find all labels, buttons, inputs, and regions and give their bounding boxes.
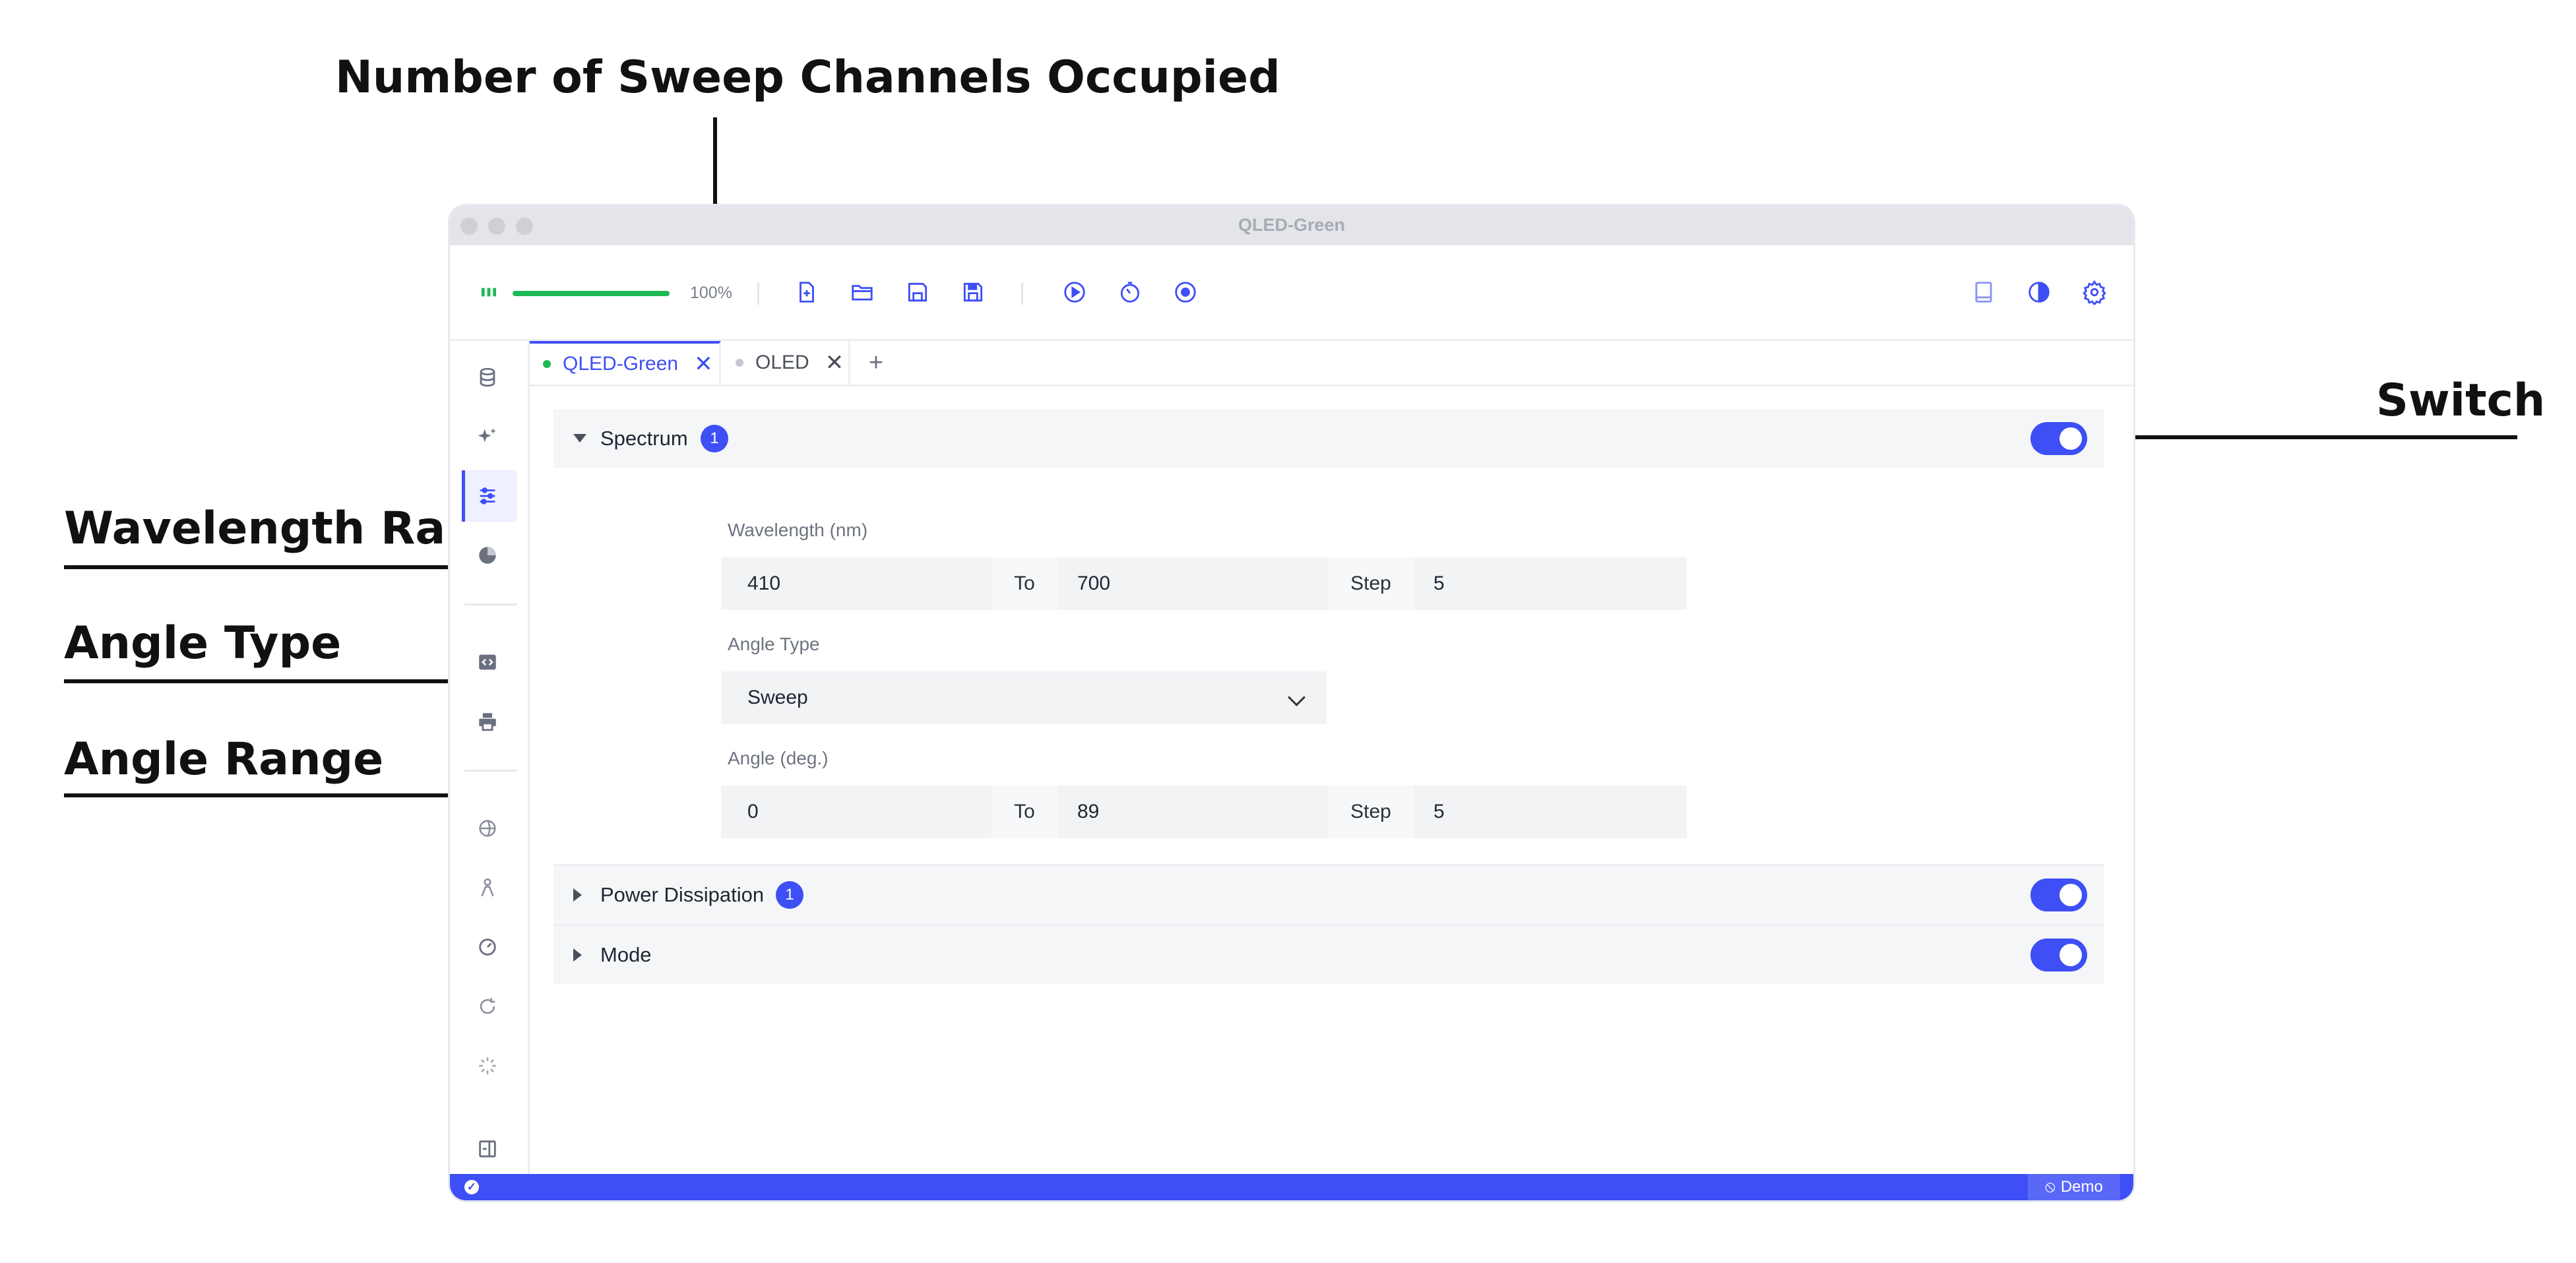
mode-panel: Mode: [553, 924, 2104, 984]
wavelength-label: Wavelength (nm): [728, 520, 868, 540]
print-icon[interactable]: [476, 710, 499, 733]
save-icon[interactable]: [905, 280, 930, 305]
wavelength-to-input[interactable]: 700: [1057, 557, 1328, 610]
angle-type-value: Sweep: [747, 687, 808, 708]
globe-icon[interactable]: [476, 817, 499, 840]
power-dissipation-title: Power Dissipation: [600, 883, 765, 906]
book-icon[interactable]: [1971, 280, 1996, 305]
wavelength-from-input[interactable]: 410: [721, 557, 991, 610]
tab-oled[interactable]: OLED ✕: [721, 341, 850, 385]
mode-title: Mode: [600, 943, 652, 966]
progress-text: 100%: [690, 284, 732, 302]
add-tab-button[interactable]: +: [860, 341, 893, 385]
angle-to-label: To: [991, 786, 1057, 838]
bars-icon: [476, 280, 501, 305]
toolbar-separator: [1021, 282, 1023, 305]
toggle-knob: [2059, 944, 2082, 966]
new-file-icon[interactable]: [794, 280, 819, 305]
app-window: QLED-Green 100% QLED-Green ✕ OLED ✕ + Sp…: [450, 206, 2133, 1200]
toolbar-separator: [757, 282, 759, 305]
angle-to-input[interactable]: 89: [1057, 786, 1328, 838]
demo-badge[interactable]: ⦸ Demo: [2028, 1174, 2120, 1200]
spectrum-panel: Spectrum 1 Wavelength (nm) 410 To 700 St…: [553, 409, 2104, 862]
open-folder-icon[interactable]: [850, 280, 875, 305]
annotation-line-switch: [2095, 435, 2517, 439]
stop-icon[interactable]: [1173, 280, 1198, 305]
angle-step-label: Step: [1328, 786, 1414, 838]
power-dissipation-header[interactable]: Power Dissipation 1: [553, 866, 2104, 924]
play-icon[interactable]: [1062, 280, 1087, 305]
check-circle-icon: ✓: [464, 1180, 479, 1194]
sidebar-active-indicator: [462, 470, 465, 522]
chevron-down-icon: [1288, 689, 1305, 706]
gear-icon[interactable]: [2082, 280, 2107, 305]
toggle-knob: [2059, 884, 2082, 906]
database-icon[interactable]: [476, 366, 499, 388]
power-dissipation-switch[interactable]: [2030, 878, 2087, 911]
person-icon[interactable]: [476, 877, 499, 899]
no-entry-icon: ⦸: [2045, 1178, 2056, 1196]
angle-step-input[interactable]: 5: [1414, 786, 1687, 838]
progress-bar: [513, 291, 670, 296]
sidebar: [450, 341, 530, 1174]
panel-icon[interactable]: [476, 1138, 499, 1160]
spectrum-panel-header[interactable]: Spectrum 1: [553, 409, 2104, 468]
wavelength-range-row: 410 To 700 Step 5: [721, 557, 1687, 610]
angle-label: Angle (deg.): [728, 748, 829, 768]
gauge-icon[interactable]: [476, 936, 499, 958]
angle-type-label: Angle Type: [728, 634, 820, 654]
power-dissipation-panel: Power Dissipation 1: [553, 864, 2104, 924]
caret-down-icon: [573, 434, 586, 443]
angle-range-row: 0 To 89 Step 5: [721, 786, 1687, 838]
close-tab-icon[interactable]: ✕: [694, 351, 713, 377]
window-title: QLED-Green: [1238, 215, 1346, 235]
caret-right-icon: [573, 948, 582, 962]
timer-icon[interactable]: [1117, 280, 1143, 305]
status-bar: ✓ ⦸ Demo: [450, 1174, 2133, 1200]
mode-switch[interactable]: [2030, 939, 2087, 971]
spectrum-settings: Wavelength (nm) 410 To 700 Step 5 Angle …: [553, 468, 2104, 862]
annotation-sweep-channels: Number of Sweep Channels Occupied: [335, 51, 1280, 104]
angle-type-select[interactable]: Sweep: [721, 671, 1327, 724]
spectrum-switch[interactable]: [2030, 422, 2087, 455]
annotation-switch: Switch: [2376, 375, 2546, 427]
wavelength-to-label: To: [991, 557, 1057, 610]
progress-fill: [513, 291, 670, 296]
toolbar: 100%: [450, 245, 2133, 341]
sweep-channel-badge: 1: [701, 425, 728, 452]
annotation-angle-range: Angle Range: [64, 733, 384, 786]
main-content: Spectrum 1 Wavelength (nm) 410 To 700 St…: [530, 386, 2133, 1174]
code-icon[interactable]: [476, 651, 499, 673]
annotation-angle-type: Angle Type: [64, 617, 342, 669]
toggle-knob: [2059, 427, 2082, 450]
wavelength-step-input[interactable]: 5: [1414, 557, 1687, 610]
spectrum-title: Spectrum: [600, 427, 688, 450]
tab-status-dot: [736, 359, 743, 367]
mode-header[interactable]: Mode: [553, 926, 2104, 984]
refresh-icon[interactable]: [476, 995, 499, 1018]
tab-label: OLED: [755, 352, 809, 373]
sidebar-divider: [464, 603, 517, 605]
power-dissipation-badge: 1: [776, 881, 803, 909]
demo-label: Demo: [2060, 1178, 2103, 1196]
sidebar-divider: [464, 770, 517, 772]
tab-qled-green[interactable]: QLED-Green ✕: [530, 341, 721, 385]
tab-status-dot: [543, 360, 551, 368]
title-bar: QLED-Green: [450, 206, 2133, 245]
close-tab-icon[interactable]: ✕: [825, 350, 844, 376]
loader-icon[interactable]: [476, 1055, 499, 1077]
sparkle-icon[interactable]: [476, 425, 499, 448]
wavelength-step-label: Step: [1328, 557, 1414, 610]
save-as-icon[interactable]: [960, 280, 986, 305]
angle-from-input[interactable]: 0: [721, 786, 991, 838]
pie-icon[interactable]: [476, 544, 499, 567]
tab-bar: QLED-Green ✕ OLED ✕ +: [530, 341, 2133, 386]
caret-right-icon: [573, 888, 582, 902]
tab-label: QLED-Green: [563, 353, 679, 375]
theme-icon[interactable]: [2026, 280, 2052, 305]
sliders-icon[interactable]: [476, 485, 499, 507]
